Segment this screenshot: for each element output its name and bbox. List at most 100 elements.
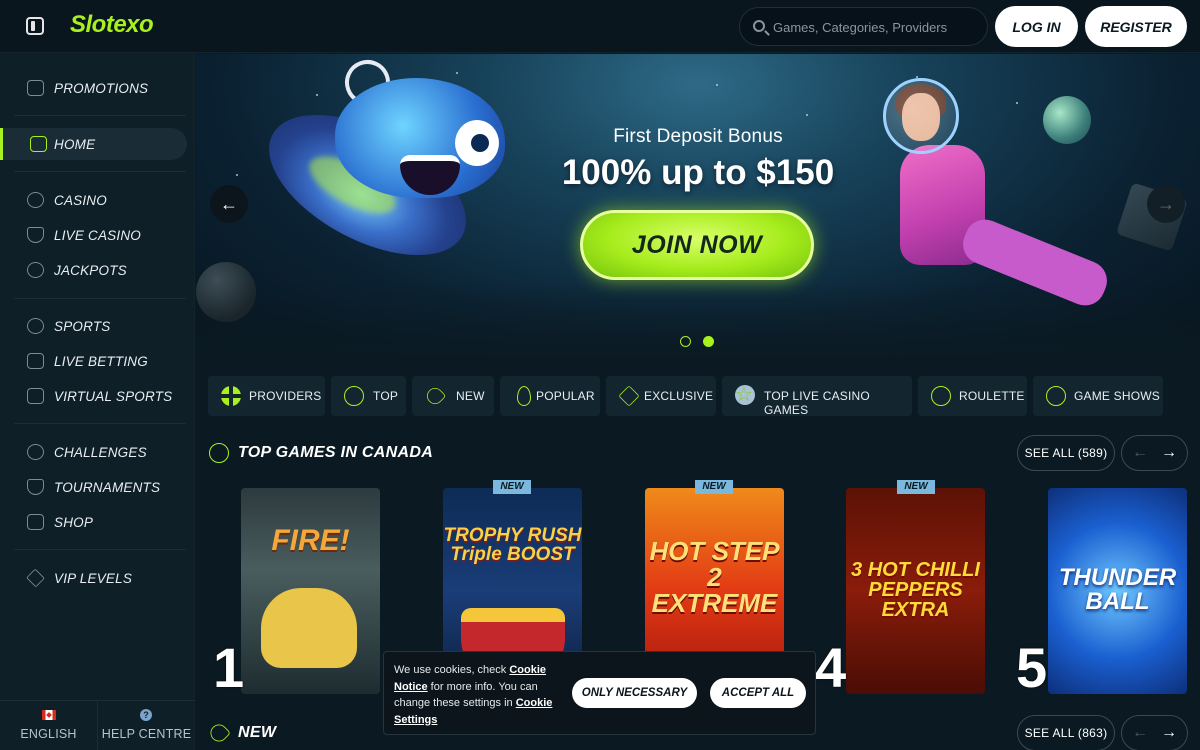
cookie-text-part: We use cookies, check	[394, 664, 510, 676]
sidebar-item-live-betting[interactable]: LIVE BETTING	[0, 345, 187, 377]
sidebar-item-home[interactable]: HOME	[0, 128, 187, 160]
sidebar-item-vip-levels[interactable]: VIP LEVELS	[0, 562, 187, 594]
seven-icon	[27, 262, 44, 278]
login-button[interactable]: LOG IN	[995, 6, 1078, 47]
sidebar-item-sports[interactable]: SPORTS	[0, 310, 187, 342]
category-label: ROULETTE	[959, 389, 1025, 403]
shop-icon	[27, 514, 44, 530]
see-all-top-games-button[interactable]: SEE ALL (589)	[1017, 435, 1115, 471]
game-card[interactable]: 3 HOT CHILLI PEPPERS EXTRA	[846, 488, 985, 694]
category-label: POPULAR	[536, 389, 595, 403]
game-title: FIRE!	[271, 524, 350, 557]
help-centre-link[interactable]: ? HELP CENTRE	[98, 701, 195, 750]
accept-all-button[interactable]: ACCEPT ALL	[710, 678, 806, 708]
arrow-left-icon[interactable]: ←	[1129, 723, 1151, 745]
sidebar-item-label: JACKPOTS	[54, 262, 127, 278]
arrow-right-icon[interactable]: →	[1158, 443, 1180, 465]
help-label: HELP CENTRE	[101, 727, 192, 741]
sidebar-item-challenges[interactable]: CHALLENGES	[0, 436, 187, 468]
game-title: HOT STEP 2 EXTREME	[649, 536, 780, 618]
spade-icon	[27, 227, 44, 243]
slide-dot-1[interactable]	[680, 336, 691, 347]
section-title-new: NEW	[238, 724, 277, 741]
medal-icon	[344, 386, 364, 406]
language-selector[interactable]: ENGLISH	[0, 701, 98, 750]
category-top-live-casino-games[interactable]: ☆ TOP LIVE CASINO GAMES	[722, 376, 912, 417]
sidebar-item-tournaments[interactable]: TOURNAMENTS	[0, 471, 187, 503]
sidebar-item-virtual-sports[interactable]: VIRTUAL SPORTS	[0, 380, 187, 412]
diamond-icon	[618, 385, 640, 407]
sidebar-divider	[14, 298, 186, 299]
sidebar-toggle-icon[interactable]	[26, 17, 44, 35]
join-now-button[interactable]: JOIN NOW	[580, 210, 814, 280]
arrow-left-icon[interactable]: ←	[1129, 443, 1151, 465]
search-icon	[753, 20, 765, 32]
hero-next-button[interactable]: →	[1147, 185, 1185, 223]
game-title: THUNDER BALL	[1058, 564, 1177, 615]
game-title: TROPHY RUSH Triple BOOST	[443, 525, 582, 565]
cookie-text: We use cookies, check Cookie Notice for …	[394, 662, 564, 728]
see-all-new-button[interactable]: SEE ALL (863)	[1017, 715, 1115, 750]
arrow-right-icon[interactable]: →	[1158, 723, 1180, 745]
category-new[interactable]: NEW	[412, 376, 494, 416]
rocket-icon	[206, 720, 232, 746]
skull-pirate-illustration	[261, 588, 357, 668]
sidebar: PROMOTIONS HOME CASINO LIVE CASINO JACKP…	[0, 53, 195, 750]
hero-subtitle: First Deposit Bonus	[613, 126, 783, 147]
sidebar-item-label: CHALLENGES	[54, 444, 147, 460]
sidebar-item-label: CASINO	[54, 192, 107, 208]
sidebar-item-label: SHOP	[54, 514, 94, 530]
search-box[interactable]	[739, 7, 988, 46]
sidebar-item-shop[interactable]: SHOP	[0, 506, 187, 538]
category-label: EXCLUSIVE	[644, 389, 714, 403]
sidebar-divider	[14, 423, 186, 424]
search-input[interactable]	[773, 16, 973, 38]
new-badge: NEW	[897, 480, 935, 494]
category-exclusive[interactable]: EXCLUSIVE	[606, 376, 716, 416]
category-top[interactable]: TOP	[331, 376, 406, 416]
game-card[interactable]: THUNDER BALL	[1048, 488, 1187, 694]
game-rank: 4	[815, 636, 847, 699]
gift-icon	[27, 80, 44, 96]
fire-icon	[517, 386, 531, 406]
cookie-banner: We use cookies, check Cookie Notice for …	[383, 651, 816, 735]
sidebar-footer: ENGLISH ? HELP CENTRE	[0, 700, 195, 750]
football-illustration	[196, 262, 256, 322]
slide-dot-2-active[interactable]	[703, 336, 714, 347]
new-games-pager: ← →	[1121, 715, 1188, 750]
sidebar-item-promotions[interactable]: PROMOTIONS	[0, 72, 187, 104]
game-title: 3 HOT CHILLI PEPPERS EXTRA	[851, 559, 980, 621]
category-label: PROVIDERS	[249, 389, 322, 403]
medal-icon	[209, 443, 229, 463]
rocket-icon	[423, 384, 447, 408]
sidebar-item-label: LIVE BETTING	[54, 353, 148, 369]
sidebar-item-live-casino[interactable]: LIVE CASINO	[0, 219, 187, 251]
category-popular[interactable]: POPULAR	[500, 376, 600, 416]
section-title-top-games: TOP GAMES IN CANADA	[238, 444, 434, 461]
help-icon: ?	[140, 709, 152, 721]
category-game-shows[interactable]: GAME SHOWS	[1033, 376, 1163, 416]
new-badge: NEW	[493, 480, 531, 494]
wheel-icon	[1046, 386, 1066, 406]
sidebar-item-label: LIVE CASINO	[54, 227, 141, 243]
arrow-left-icon: ←	[220, 193, 238, 214]
sidebar-item-casino[interactable]: CASINO	[0, 184, 187, 216]
gamepad-icon	[27, 388, 44, 404]
game-card[interactable]: FIRE!	[241, 488, 380, 694]
home-icon	[30, 136, 47, 152]
diamond-icon	[26, 568, 45, 588]
sidebar-item-jackpots[interactable]: JACKPOTS	[0, 254, 187, 286]
sidebar-item-label: VIP LEVELS	[54, 570, 133, 586]
trophy-icon	[27, 479, 44, 495]
category-providers[interactable]: PROVIDERS	[208, 376, 325, 416]
hero-prev-button[interactable]: ←	[210, 185, 248, 223]
register-button[interactable]: REGISTER	[1085, 6, 1187, 47]
medal-icon	[27, 444, 44, 460]
logo[interactable]: Slotexo	[70, 11, 154, 39]
play-icon	[27, 353, 44, 369]
football-icon	[27, 318, 44, 334]
sidebar-item-label: VIRTUAL SPORTS	[54, 388, 173, 404]
category-roulette[interactable]: ROULETTE	[918, 376, 1027, 416]
only-necessary-button[interactable]: ONLY NECESSARY	[572, 678, 697, 708]
category-label: NEW	[456, 389, 485, 403]
